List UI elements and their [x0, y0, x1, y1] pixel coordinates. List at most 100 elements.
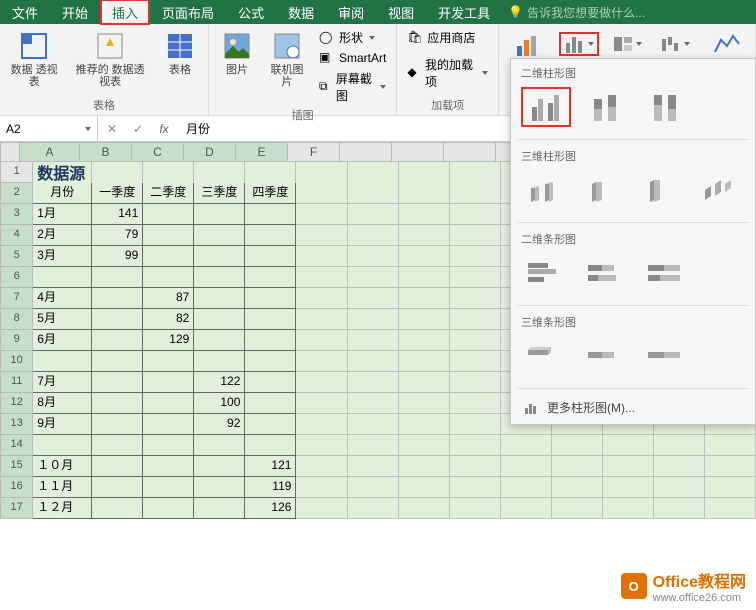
pivot-table-button[interactable]: 数据 透视表	[6, 28, 62, 90]
percent-stacked-bar-option[interactable]	[641, 253, 691, 293]
cell-E5[interactable]	[245, 246, 296, 267]
tab-pagelayout[interactable]: 页面布局	[150, 0, 226, 24]
cell-D15[interactable]	[194, 456, 245, 477]
cell-F9[interactable]	[296, 330, 347, 351]
percent-3d-column-option[interactable]	[638, 170, 687, 210]
shapes-button[interactable]: ◯形状	[315, 28, 390, 47]
tab-data[interactable]: 数据	[276, 0, 326, 24]
col-header-F[interactable]: F	[288, 142, 340, 162]
cell-E4[interactable]	[245, 225, 296, 246]
tab-developer[interactable]: 开发工具	[426, 0, 502, 24]
tab-home[interactable]: 开始	[50, 0, 100, 24]
cell-B5[interactable]: 99	[92, 246, 143, 267]
percent-3d-bar-option[interactable]	[641, 336, 691, 376]
cell-D4[interactable]	[194, 225, 245, 246]
waterfall-chart-button[interactable]	[655, 32, 695, 56]
cell-B15[interactable]	[92, 456, 143, 477]
cell-C3[interactable]	[143, 204, 194, 225]
clustered-3d-bar-option[interactable]	[521, 336, 571, 376]
cell-B4[interactable]: 79	[92, 225, 143, 246]
cell-C10[interactable]	[143, 351, 194, 372]
select-all-corner[interactable]	[0, 142, 20, 162]
cell-C14[interactable]	[143, 435, 194, 456]
tab-file[interactable]: 文件	[0, 0, 50, 24]
cell-D5[interactable]	[194, 246, 245, 267]
cell-F4[interactable]	[296, 225, 347, 246]
cell-A2[interactable]: 月份	[33, 183, 92, 204]
cell-F16[interactable]	[296, 477, 347, 498]
name-box-input[interactable]	[6, 122, 85, 136]
cell-F17[interactable]	[296, 498, 347, 519]
cancel-formula-button[interactable]: ✕	[102, 122, 122, 136]
cell-A14[interactable]	[33, 435, 92, 456]
app-store-button[interactable]: 🛍应用商店	[403, 28, 492, 47]
cell-C17[interactable]	[143, 498, 194, 519]
screenshot-button[interactable]: ⧉屏幕截图	[315, 69, 390, 105]
percent-stacked-column-option[interactable]	[641, 87, 691, 127]
row-header-16[interactable]: 16	[0, 477, 33, 498]
3d-column-option[interactable]	[697, 170, 746, 210]
cell-B13[interactable]	[92, 414, 143, 435]
cell-D9[interactable]	[194, 330, 245, 351]
my-addins-button[interactable]: ◆我的加载项	[403, 55, 492, 91]
cell-D17[interactable]	[194, 498, 245, 519]
row-header-5[interactable]: 5	[0, 246, 33, 267]
picture-button[interactable]: 图片	[215, 28, 259, 78]
cell-C12[interactable]	[143, 393, 194, 414]
col-header-B[interactable]: B	[80, 142, 132, 162]
cell-F5[interactable]	[296, 246, 347, 267]
cell-B12[interactable]	[92, 393, 143, 414]
cell-D2[interactable]: 三季度	[194, 183, 245, 204]
row-header-6[interactable]: 6	[0, 267, 33, 288]
row-header-4[interactable]: 4	[0, 225, 33, 246]
cell-D10[interactable]	[194, 351, 245, 372]
clustered-column-option[interactable]	[521, 87, 571, 127]
accept-formula-button[interactable]: ✓	[128, 122, 148, 136]
cell-E12[interactable]	[245, 393, 296, 414]
row-header-1[interactable]: 1	[0, 162, 33, 183]
cell-F2[interactable]	[296, 183, 347, 204]
smartart-button[interactable]: ▣SmartArt	[315, 49, 390, 67]
row-header-17[interactable]: 17	[0, 498, 33, 519]
cell-E3[interactable]	[245, 204, 296, 225]
cell-A12[interactable]: 8月	[33, 393, 92, 414]
cell-A17[interactable]: １２月	[33, 498, 92, 519]
cell-D3[interactable]	[194, 204, 245, 225]
cell-B3[interactable]: 141	[92, 204, 143, 225]
cell-B14[interactable]	[92, 435, 143, 456]
cell-E13[interactable]	[245, 414, 296, 435]
cell-A13[interactable]: 9月	[33, 414, 92, 435]
tab-formulas[interactable]: 公式	[226, 0, 276, 24]
cell-E2[interactable]: 四季度	[245, 183, 296, 204]
cell-E8[interactable]	[245, 309, 296, 330]
cell-C11[interactable]	[143, 372, 194, 393]
cell-E15[interactable]: 121	[245, 456, 296, 477]
cell-D14[interactable]	[194, 435, 245, 456]
row-header-9[interactable]: 9	[0, 330, 33, 351]
cell-D13[interactable]: 92	[194, 414, 245, 435]
tab-insert[interactable]: 插入	[100, 0, 150, 25]
cell-C16[interactable]	[143, 477, 194, 498]
cell-D6[interactable]	[194, 267, 245, 288]
cell-A11[interactable]: 7月	[33, 372, 92, 393]
row-header-12[interactable]: 12	[0, 393, 33, 414]
cell-A7[interactable]: 4月	[33, 288, 92, 309]
cell-A10[interactable]	[33, 351, 92, 372]
cell-E17[interactable]: 126	[245, 498, 296, 519]
row-header-3[interactable]: 3	[0, 204, 33, 225]
cell-F11[interactable]	[296, 372, 347, 393]
online-picture-button[interactable]: 联机图片	[265, 28, 309, 90]
cell-F6[interactable]	[296, 267, 347, 288]
cell-A4[interactable]: 2月	[33, 225, 92, 246]
cell-B2[interactable]: 一季度	[92, 183, 143, 204]
col-header-D[interactable]: D	[184, 142, 236, 162]
cell-E16[interactable]: 119	[245, 477, 296, 498]
cell-E14[interactable]	[245, 435, 296, 456]
col-header-A[interactable]: A	[20, 142, 80, 162]
cell-D8[interactable]	[194, 309, 245, 330]
tab-view[interactable]: 视图	[376, 0, 426, 24]
table-button[interactable]: 表格	[158, 28, 202, 78]
row-header-15[interactable]: 15	[0, 456, 33, 477]
cell-E6[interactable]	[245, 267, 296, 288]
row-header-8[interactable]: 8	[0, 309, 33, 330]
